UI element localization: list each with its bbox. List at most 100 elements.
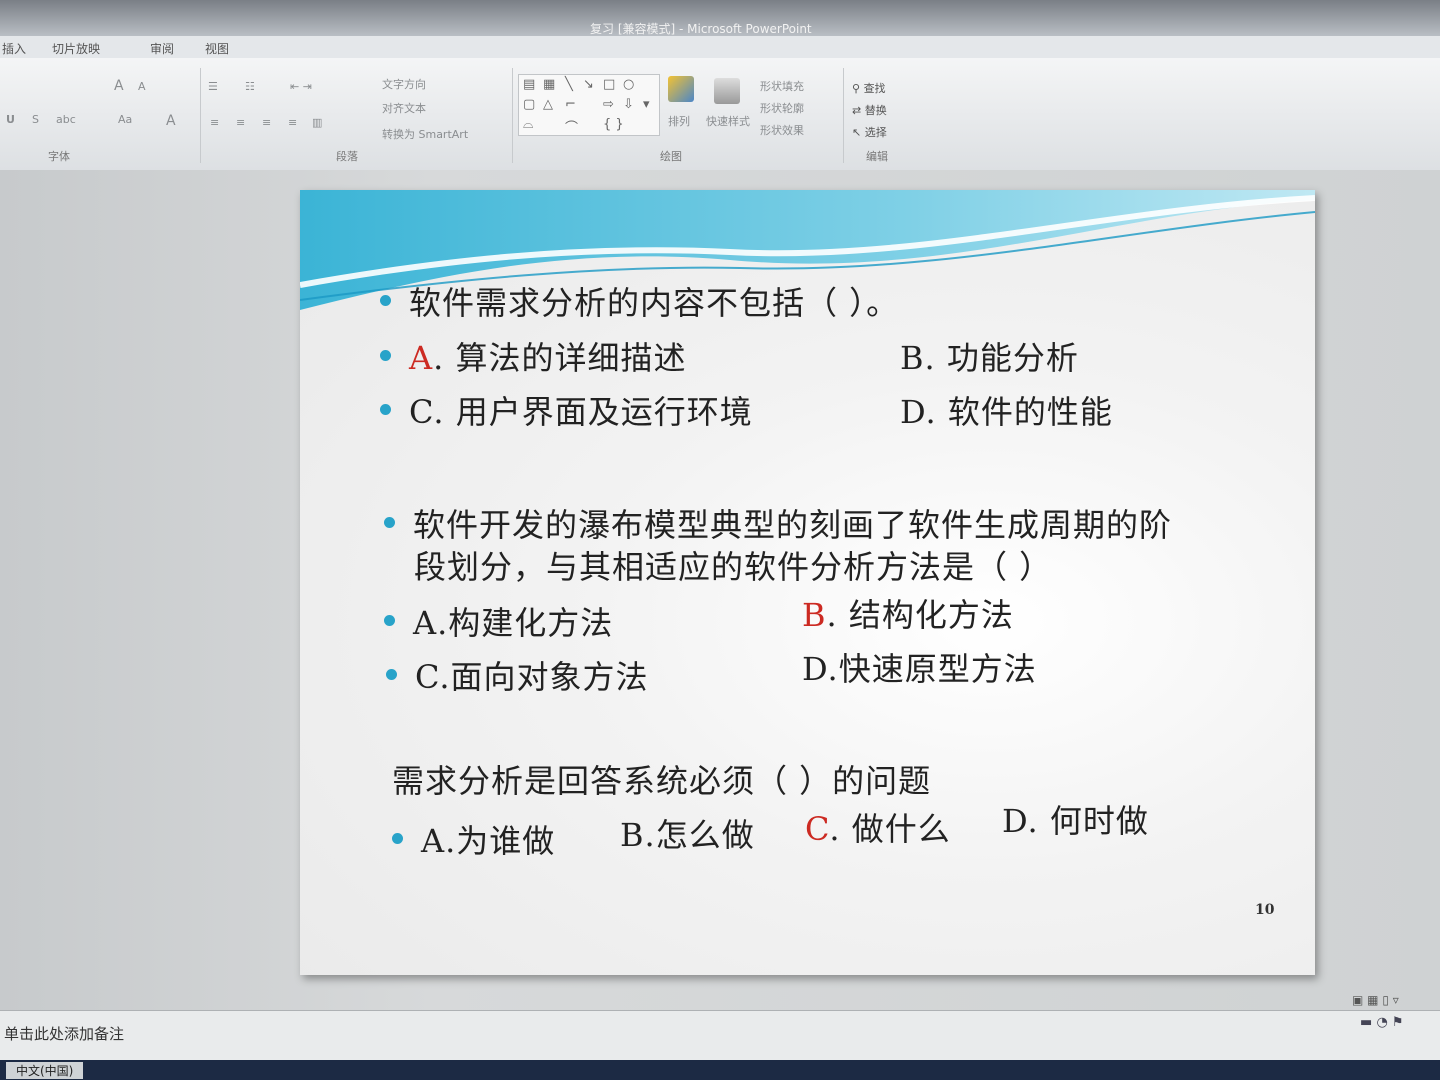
columns-icon[interactable]: ▥	[312, 116, 322, 129]
q3-option-a: A.为谁做	[392, 816, 555, 862]
powerpoint-window: 复习 [兼容模式] - Microsoft PowerPoint 插入 切片放映…	[0, 0, 1440, 1080]
change-case-icon[interactable]: Aa	[118, 113, 132, 126]
align-center-icon[interactable]: ≡	[236, 116, 245, 129]
q3-option-b: B.怎么做	[620, 816, 755, 854]
q2-option-a: A.构建化方法	[384, 598, 613, 644]
shape-effects-button[interactable]: 形状效果	[760, 122, 804, 138]
q1-option-d: D. 软件的性能	[900, 393, 1113, 431]
brace-icon[interactable]: { }	[603, 117, 624, 132]
group-paragraph-label: 段落	[336, 150, 358, 163]
binoculars-icon: ⚲	[852, 82, 864, 95]
separator	[512, 68, 513, 163]
reading-view-icon[interactable]: ▯	[1382, 993, 1389, 1007]
indent-icon[interactable]: ⇤ ⇥	[290, 80, 312, 93]
q3-question: 需求分析是回答系统必须（ ）的问题	[392, 762, 932, 800]
slide-10[interactable]: 软件需求分析的内容不包括（ ）。 A. 算法的详细描述 B. 功能分析 C. 用…	[300, 190, 1315, 975]
curve-icon[interactable]: ⌒	[565, 117, 578, 136]
numbering-icon[interactable]: ☷	[245, 80, 255, 93]
strikethrough-icon[interactable]: abc	[56, 113, 76, 126]
bullet-icon	[384, 615, 395, 626]
tab-view[interactable]: 视图	[205, 40, 229, 57]
window-title: 复习 [兼容模式] - Microsoft PowerPoint	[590, 22, 812, 36]
flag-icon[interactable]: ⚑	[1392, 1015, 1404, 1030]
arrange-icon[interactable]	[668, 76, 694, 102]
right-arrow-shape-icon[interactable]: ⇨	[603, 97, 614, 112]
down-arrow-shape-icon[interactable]: ⇩	[623, 97, 634, 112]
tab-review[interactable]: 审阅	[150, 40, 174, 57]
align-right-icon[interactable]: ≡	[262, 116, 271, 129]
textbox-vertical-icon[interactable]: ▦	[543, 77, 555, 92]
font-color-icon[interactable]: A	[166, 113, 176, 129]
underline-icon[interactable]: U	[6, 113, 15, 126]
grow-font-icon[interactable]: A	[114, 78, 124, 94]
quick-styles-icon[interactable]	[714, 78, 740, 104]
bullet-icon	[380, 350, 391, 361]
replace-button[interactable]: ⇄ 替换	[852, 102, 887, 118]
q3-option-c: C. 做什么	[805, 810, 951, 848]
group-editing-label: 编辑	[866, 150, 888, 163]
bullet-icon	[384, 517, 395, 528]
select-button[interactable]: ↖ 选择	[852, 124, 887, 140]
tab-slideshow[interactable]: 切片放映	[52, 40, 100, 57]
tab-insert[interactable]: 插入	[2, 40, 26, 57]
q1-option-c: C. 用户界面及运行环境	[380, 387, 753, 433]
connector-icon[interactable]: ⌐	[565, 97, 576, 112]
shapes-gallery[interactable]: ▤ ▦ ╲ ↘ □ ○ ▢ △ ⌐ ⇨ ⇩ ⌓ ⌒ { } ▾	[518, 74, 660, 136]
slide-sorter-icon[interactable]: ▦	[1367, 993, 1378, 1007]
justify-icon[interactable]: ≡	[288, 116, 297, 129]
q1-option-a: A. 算法的详细描述	[380, 333, 686, 379]
slideshow-icon[interactable]: ▿	[1393, 993, 1399, 1007]
q3-option-c-letter: C	[805, 810, 830, 848]
volume-icon[interactable]: ◔	[1376, 1015, 1387, 1030]
arrange-button[interactable]: 排列	[668, 113, 690, 129]
q1-option-b: B. 功能分析	[900, 339, 1079, 377]
bullets-icon[interactable]: ☰	[208, 80, 218, 93]
q2-question: 软件开发的瀑布模型典型的刻画了软件生成周期的阶	[384, 500, 1172, 546]
textbox-icon[interactable]: ▤	[523, 77, 535, 92]
notes-pane[interactable]: 单击此处添加备注 ▣ ▦ ▯ ▿	[0, 993, 1440, 1061]
convert-smartart-button[interactable]: 转换为 SmartArt	[382, 126, 468, 142]
text-direction-button[interactable]: 文字方向	[382, 76, 426, 92]
shape-outline-button[interactable]: 形状轮廓	[760, 100, 804, 116]
align-left-icon[interactable]: ≡	[210, 116, 219, 129]
ribbon-tabs: 插入 切片放映 审阅 视图	[0, 36, 1440, 58]
normal-view-icon[interactable]: ▣	[1352, 993, 1363, 1007]
notes-placeholder[interactable]: 单击此处添加备注	[4, 1023, 124, 1044]
find-button[interactable]: ⚲ 查找	[852, 80, 886, 96]
bullet-icon	[380, 295, 391, 306]
rounded-rect-icon[interactable]: ▢	[523, 97, 535, 112]
separator	[843, 68, 844, 163]
quick-styles-button[interactable]: 快速样式	[706, 113, 750, 129]
rectangle-icon[interactable]: □	[603, 77, 615, 92]
language-indicator[interactable]: 中文(中国)	[6, 1062, 84, 1079]
separator	[200, 68, 201, 163]
shrink-font-icon[interactable]: A	[138, 80, 146, 93]
shape-fill-button[interactable]: 形状填充	[760, 78, 804, 94]
shadow-icon[interactable]: S	[32, 113, 39, 126]
q2-option-b: B. 结构化方法	[802, 596, 1014, 634]
chevron-down-icon[interactable]: ▾	[643, 97, 650, 112]
replace-icon: ⇄	[852, 104, 865, 117]
freeform-icon[interactable]: ⌓	[523, 117, 533, 132]
q2-option-d: D.快速原型方法	[802, 650, 1037, 688]
line-icon[interactable]: ╲	[565, 77, 573, 92]
slide-page-number: 10	[1255, 902, 1275, 918]
triangle-icon[interactable]: △	[543, 97, 553, 112]
bullet-icon	[386, 669, 397, 680]
q1-option-a-letter: A	[409, 339, 434, 377]
cursor-icon: ↖	[852, 126, 865, 139]
network-icon[interactable]: ▬	[1360, 1015, 1372, 1030]
q2-option-c: C.面向对象方法	[386, 652, 649, 698]
system-tray: ▬ ◔ ⚑	[1360, 1015, 1404, 1030]
ribbon: U S abc Aa A A A 字体 ☰ ☷ ⇤ ⇥ ≡ ≡ ≡ ≡ ▥ 文字…	[0, 58, 1440, 171]
arrow-icon[interactable]: ↘	[583, 77, 594, 92]
bullet-icon	[380, 404, 391, 415]
oval-icon[interactable]: ○	[623, 77, 634, 92]
align-text-button[interactable]: 对齐文本	[382, 100, 426, 116]
q3-option-d: D. 何时做	[1002, 802, 1149, 840]
view-buttons[interactable]: ▣ ▦ ▯ ▿	[1352, 993, 1399, 1007]
group-drawing-label: 绘图	[660, 150, 682, 163]
status-bar: 中文(中国)	[0, 1060, 1440, 1080]
title-bar: 复习 [兼容模式] - Microsoft PowerPoint	[0, 0, 1440, 36]
q2-option-b-letter: B	[802, 596, 827, 634]
